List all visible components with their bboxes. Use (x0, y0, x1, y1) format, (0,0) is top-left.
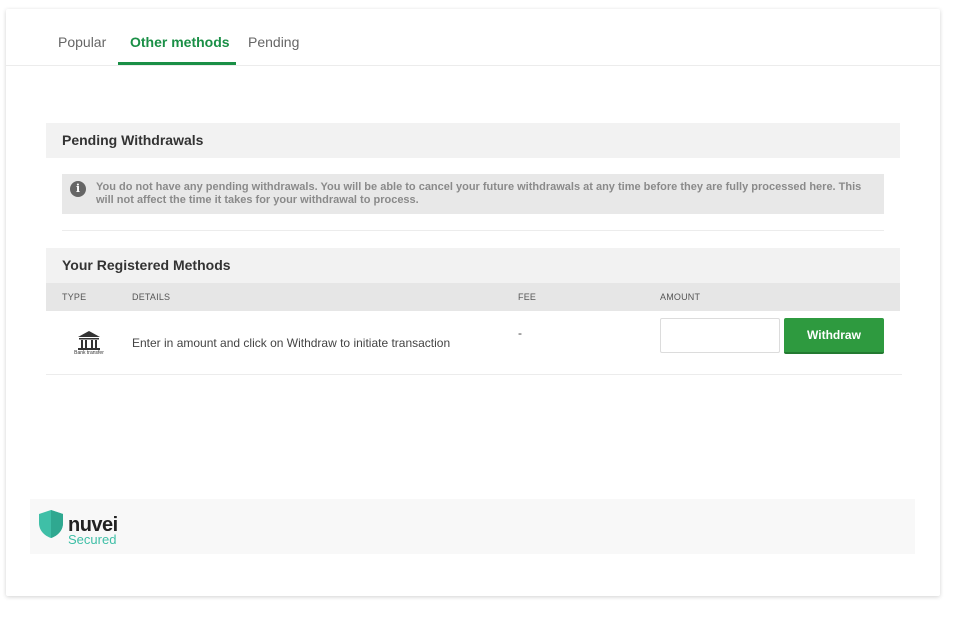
nuvei-logo: nuvei Secured (38, 509, 138, 547)
amount-input[interactable] (660, 318, 780, 353)
method-details: Enter in amount and click on Withdraw to… (132, 336, 451, 350)
pending-info-notice: i You do not have any pending withdrawal… (62, 174, 884, 214)
column-amount: AMOUNT (660, 292, 701, 302)
method-fee: - (518, 326, 522, 340)
pending-withdrawals-header: Pending Withdrawals (46, 123, 900, 158)
active-tab-indicator (118, 62, 236, 65)
brand-tagline: Secured (68, 532, 117, 547)
registered-methods-header: Your Registered Methods (46, 248, 900, 283)
column-details: DETAILS (132, 292, 171, 302)
tab-other-methods[interactable]: Other methods (130, 33, 230, 51)
table-row: Bank transfer Enter in amount and click … (46, 311, 902, 375)
withdrawal-card: Popular Other methods Pending Pending Wi… (6, 9, 940, 596)
tab-bar: Popular Other methods Pending (6, 9, 940, 66)
column-fee: FEE (518, 292, 537, 302)
shield-icon (39, 510, 63, 538)
tab-pending[interactable]: Pending (248, 33, 299, 51)
bank-type-caption: Bank transfer (74, 350, 104, 356)
withdraw-button[interactable]: Withdraw (784, 318, 884, 354)
section-divider (62, 230, 884, 231)
methods-table-header: TYPE DETAILS FEE AMOUNT (46, 283, 900, 311)
column-type: TYPE (62, 292, 87, 302)
info-icon: i (70, 181, 86, 197)
pending-info-message: You do not have any pending withdrawals.… (96, 181, 862, 206)
footer: nuvei Secured (30, 499, 915, 554)
tab-popular[interactable]: Popular (58, 33, 106, 51)
